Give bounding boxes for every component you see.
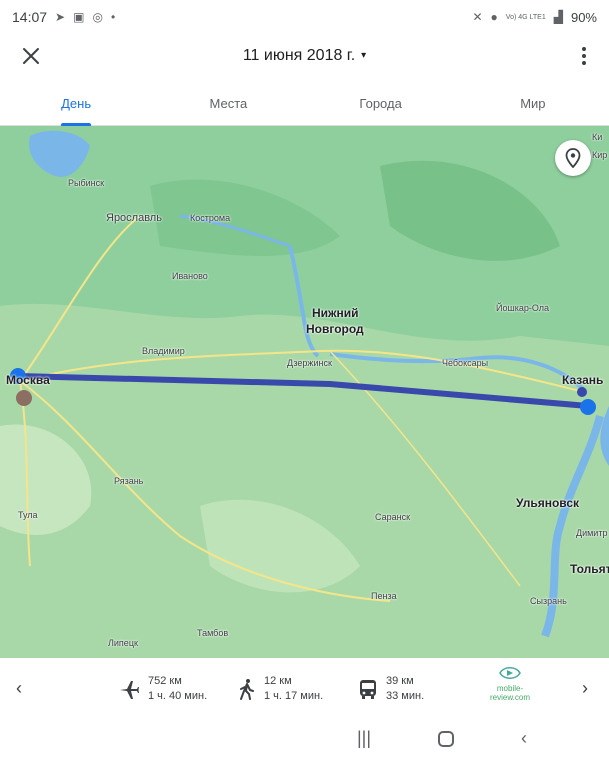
city-saransk: Саранск xyxy=(375,512,411,522)
dot-icon: • xyxy=(110,10,116,24)
map-canvas xyxy=(0,130,609,658)
signal-icon: ▟ xyxy=(553,10,563,24)
mute-icon: ✕ xyxy=(472,10,483,24)
transit-stat: 39 км 33 мин. xyxy=(358,674,424,704)
city-yoshkar-ola: Йошкар-Ола xyxy=(496,303,549,313)
city-kostroma: Кострома xyxy=(190,213,231,223)
walk-distance: 12 км xyxy=(264,675,292,687)
telegram-icon: ➤ xyxy=(55,10,66,24)
back-icon[interactable]: ‹ xyxy=(521,728,527,749)
tab-cities[interactable]: Города xyxy=(305,82,457,125)
city-ivanovo: Иваново xyxy=(172,271,208,281)
bus-icon xyxy=(360,680,376,699)
map-view[interactable]: Рыбинск Ярославль Кострома Иваново Нижни… xyxy=(0,126,609,658)
image-icon: ▣ xyxy=(73,10,85,24)
watermark-logo xyxy=(499,667,521,679)
tab-bar: День Места Города Мир xyxy=(0,82,609,126)
location-icon: ● xyxy=(490,10,498,24)
flight-stat: 752 км 1 ч. 40 мин. xyxy=(118,674,207,704)
city-moscow: Москва xyxy=(6,373,50,387)
network-label: Vo) 4G LTE1 xyxy=(505,13,546,21)
watermark-text: mobile-review.com xyxy=(489,684,530,702)
city-kazan: Казань xyxy=(562,373,604,387)
tab-world[interactable]: Мир xyxy=(457,82,609,125)
city-tambov: Тамбов xyxy=(197,628,229,638)
walk-stat: 12 км 1 ч. 17 мин. xyxy=(238,674,323,704)
flight-duration: 1 ч. 40 мин. xyxy=(148,690,208,702)
walk-duration: 1 ч. 17 мин. xyxy=(264,690,324,702)
place-pin-button[interactable] xyxy=(555,140,591,176)
city-yaroslavl: Ярославль xyxy=(106,212,162,224)
city-lipetsk: Липецк xyxy=(108,638,138,648)
tab-places[interactable]: Места xyxy=(152,82,304,125)
app-bar: 11 июня 2018 г. ▾ xyxy=(0,34,609,78)
city-dzerzhinsk: Дзержинск xyxy=(287,358,332,368)
city-ryazan: Рязань xyxy=(114,476,144,486)
city-rybinsk: Рыбинск xyxy=(68,178,105,188)
walking-icon xyxy=(240,679,254,700)
more-vert-icon[interactable] xyxy=(581,46,587,66)
date-selector[interactable]: 11 июня 2018 г. ▾ xyxy=(0,47,609,65)
status-time: 14:07 xyxy=(12,9,48,25)
status-bar: 14:07 ➤ ▣ ◎ • ✕ ● Vo) 4G LTE1 ▟ 90% xyxy=(0,0,609,34)
transit-distance: 39 км xyxy=(386,675,414,687)
city-vladimir: Владимир xyxy=(142,346,185,356)
battery-level: 90% xyxy=(570,9,597,25)
city-nizhny-line1: Нижний xyxy=(312,306,359,320)
prev-day-icon[interactable]: ‹ xyxy=(16,678,22,699)
dropdown-caret-icon: ▾ xyxy=(361,50,367,62)
home-icon[interactable] xyxy=(437,730,455,748)
moscow-place-marker[interactable] xyxy=(16,390,32,406)
city-edge-1: Ки xyxy=(592,132,603,142)
whatsapp-icon: ◎ xyxy=(92,10,103,24)
system-nav-bar: ||| ‹ xyxy=(0,716,609,760)
city-cheboksary: Чебоксары xyxy=(442,358,489,368)
city-syzran: Сызрань xyxy=(530,596,567,606)
city-ulyanovsk: Ульяновск xyxy=(516,496,580,510)
kazan-airport-marker[interactable] xyxy=(580,399,596,415)
airplane-icon xyxy=(120,681,139,699)
transit-duration: 33 мин. xyxy=(386,690,425,702)
city-penza: Пенза xyxy=(371,591,397,601)
city-tolyatti: Тольят xyxy=(570,562,609,576)
flight-distance: 752 км xyxy=(148,675,182,687)
watermark: mobile-review.com xyxy=(478,664,542,702)
tab-day[interactable]: День xyxy=(0,82,152,126)
city-edge-2: Кир xyxy=(592,150,608,160)
city-nizhny-line2: Новгород xyxy=(306,322,364,336)
city-dimitrovgrad: Димитр xyxy=(576,528,608,538)
kazan-place-marker[interactable] xyxy=(577,387,587,397)
place-pin-icon xyxy=(565,148,581,168)
next-day-icon[interactable]: › xyxy=(582,678,588,699)
recents-icon[interactable]: ||| xyxy=(357,728,371,749)
city-tula: Тула xyxy=(18,510,38,520)
date-label: 11 июня 2018 г. xyxy=(242,47,356,64)
